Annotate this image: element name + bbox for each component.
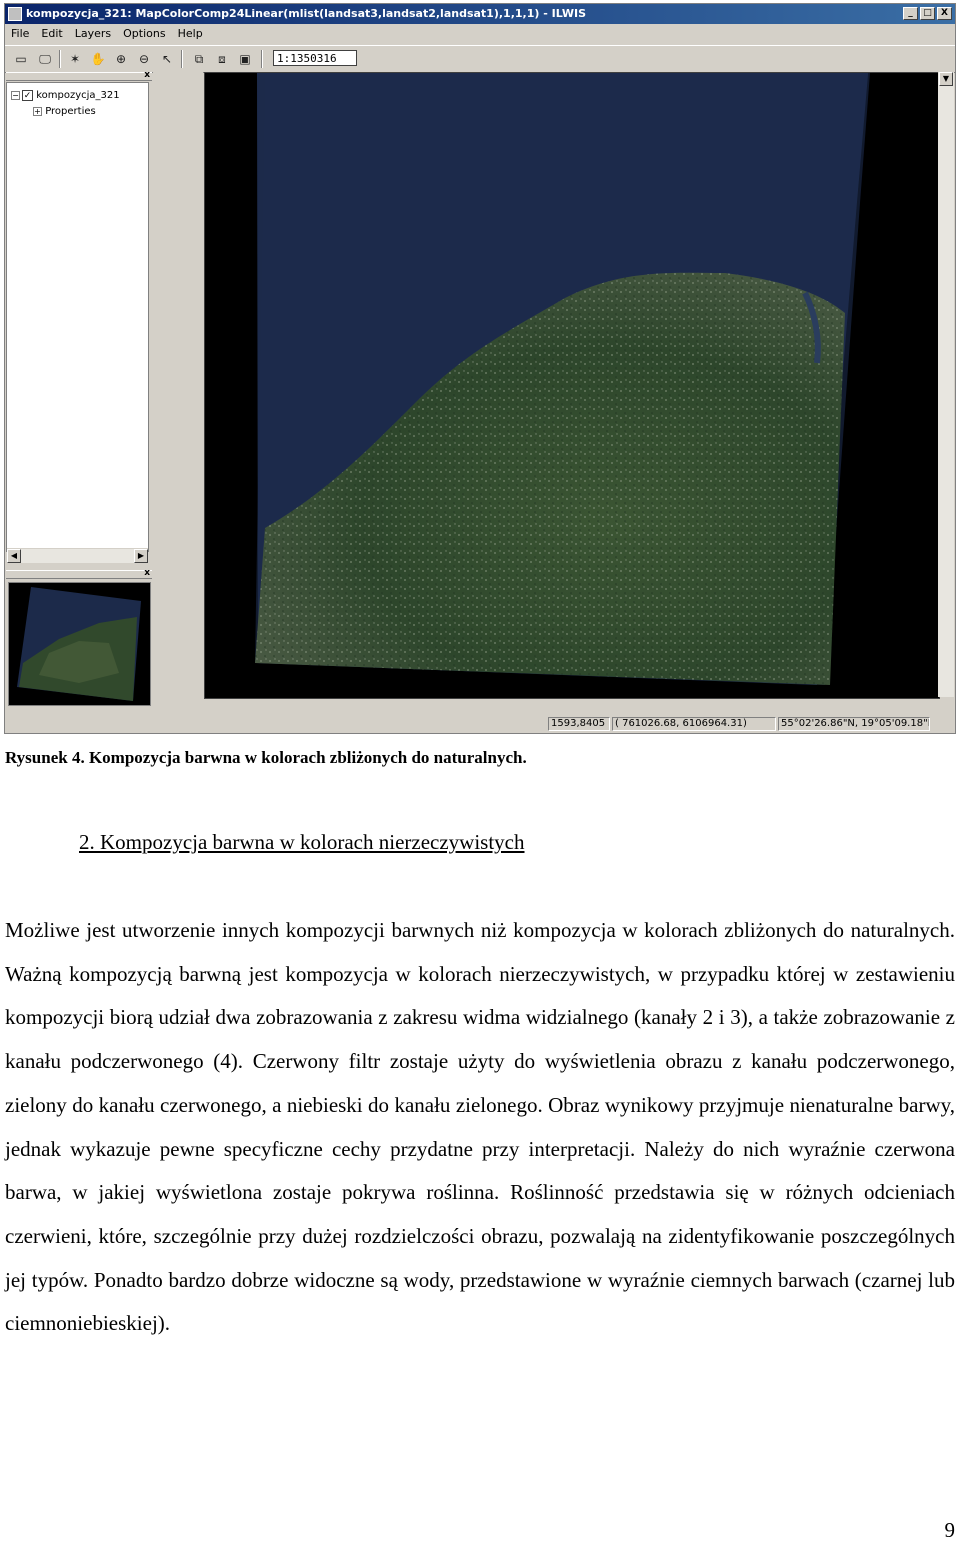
menu-layers[interactable]: Layers [69, 25, 117, 43]
left-pane: x − ✓ kompozycja_321 + Properties ◀ ▶ x [6, 70, 152, 712]
menu-help[interactable]: Help [172, 25, 209, 43]
save-icon[interactable]: ▣ [235, 50, 255, 68]
maximize-button[interactable]: □ [920, 7, 935, 20]
entire-map-icon[interactable]: ▭ [11, 50, 31, 68]
layer-label[interactable]: kompozycja_321 [36, 90, 119, 101]
checkbox-icon[interactable]: ✓ [22, 89, 33, 101]
normal-pointer-icon[interactable]: ✶ [65, 50, 85, 68]
horizontal-scrollbar[interactable]: ◀ ▶ [7, 548, 148, 563]
close-overview-pane-icon[interactable]: x [144, 568, 150, 578]
scroll-down-icon[interactable]: ▼ [939, 72, 953, 86]
toolbar-separator [59, 50, 61, 68]
map-window[interactable] [204, 72, 940, 699]
toolbar-separator [181, 50, 183, 68]
scroll-right-icon[interactable]: ▶ [134, 549, 148, 563]
layer-pane-grip[interactable]: x [6, 70, 152, 81]
pane-splitter[interactable] [153, 72, 203, 712]
overview-image [17, 587, 141, 701]
status-bar: 1593,8405 ( 761026.68, 6106964.31) 55°02… [5, 715, 955, 733]
ilwis-window-screenshot: kompozycja_321: MapColorComp24Linear(mli… [4, 3, 956, 734]
pan-hand-icon[interactable]: ✋ [88, 50, 108, 68]
scale-field[interactable]: 1:1350316 [273, 50, 357, 66]
toolbar: ▭ 🖵 ✶ ✋ ⊕ ⊖ ↖ ⧉ ⧈ ▣ [5, 45, 955, 73]
add-layer-icon[interactable]: ⧉ [189, 50, 209, 68]
page-number: 9 [944, 1518, 956, 1542]
status-latlon: 55°02'26.86"N, 19°05'09.18"E [778, 717, 930, 731]
toolbar-separator [261, 50, 263, 68]
section-heading[interactable]: 2. Kompozycja barwna w kolorach nierzecz… [79, 830, 525, 855]
monitor-icon[interactable]: 🖵 [35, 50, 55, 68]
status-xy: ( 761026.68, 6106964.31) [612, 717, 776, 731]
window-title: kompozycja_321: MapColorComp24Linear(mli… [26, 7, 587, 20]
close-layer-pane-icon[interactable]: x [144, 70, 150, 80]
remove-layer-icon[interactable]: ⧈ [212, 50, 232, 68]
minimize-button[interactable]: _ [903, 7, 918, 20]
vertical-scrollbar[interactable]: ▲ ▼ [938, 72, 954, 697]
overview-pane-grip[interactable]: x [6, 568, 152, 579]
tree-item-properties[interactable]: + Properties [33, 105, 96, 118]
figure-caption: Rysunek 4. Kompozycja barwna w kolorach … [5, 748, 527, 767]
body-paragraph: Możliwe jest utworzenie innych kompozycj… [5, 918, 955, 1336]
menu-bar: File Edit Layers Options Help [5, 25, 955, 43]
section-heading-link[interactable]: 2. Kompozycja barwna w kolorach nierzecz… [79, 830, 525, 854]
zoom-in-icon[interactable]: ⊕ [111, 50, 131, 68]
layer-tree: − ✓ kompozycja_321 + Properties ◀ ▶ [6, 82, 149, 563]
properties-label[interactable]: Properties [45, 106, 96, 117]
satellite-image [255, 73, 870, 685]
app-icon [8, 7, 22, 21]
scroll-left-icon[interactable]: ◀ [7, 549, 21, 563]
zoom-out-icon[interactable]: ⊖ [134, 50, 154, 68]
status-rowcol: 1593,8405 [548, 717, 610, 731]
menu-edit[interactable]: Edit [35, 25, 68, 43]
expand-icon[interactable]: + [33, 106, 42, 116]
overview-map[interactable] [8, 582, 151, 706]
collapse-icon[interactable]: − [11, 90, 20, 100]
menu-file[interactable]: File [5, 25, 35, 43]
tree-item-kompozycja[interactable]: − ✓ kompozycja_321 [11, 89, 120, 102]
menu-options[interactable]: Options [117, 25, 171, 43]
close-button[interactable]: X [937, 7, 952, 20]
title-bar: kompozycja_321: MapColorComp24Linear(mli… [5, 4, 955, 24]
select-arrow-icon[interactable]: ↖ [157, 50, 177, 68]
